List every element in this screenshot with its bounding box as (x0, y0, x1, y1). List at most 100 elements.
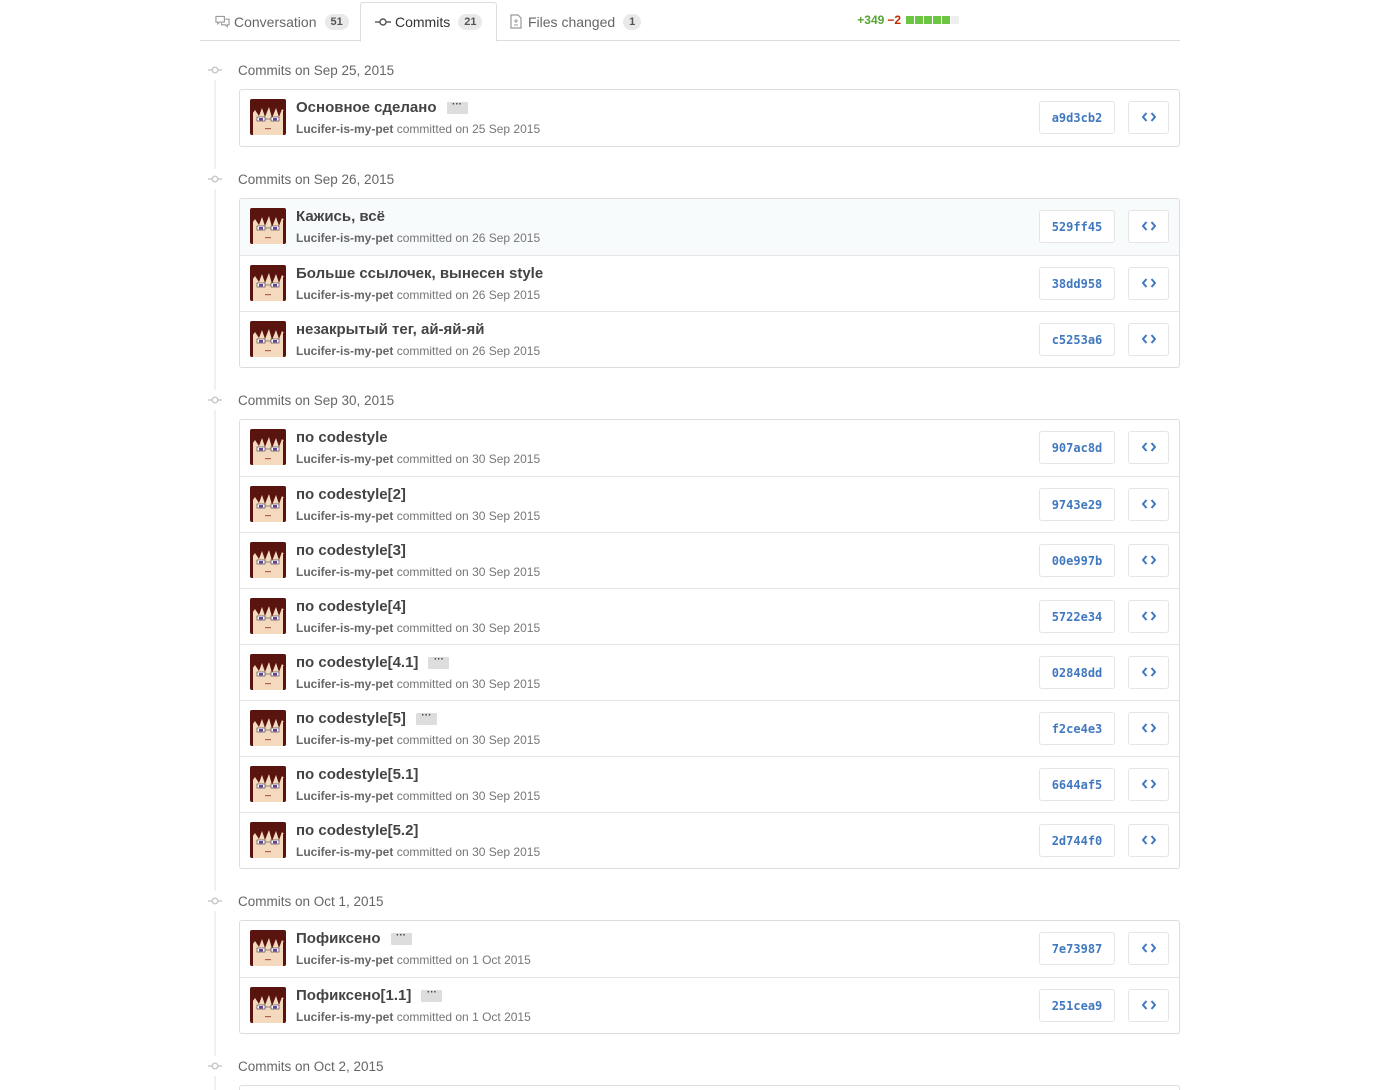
code-icon (1141, 833, 1156, 848)
commit-message-wrap: Больше ссылочек, вынесен style (296, 265, 543, 282)
commit-message[interactable]: Пофиксено (296, 930, 381, 947)
commit-message-wrap: Кажись, всё (296, 208, 385, 225)
browse-repo-button[interactable] (1128, 989, 1169, 1022)
avatar[interactable] (250, 429, 286, 465)
git-commit-icon (200, 1056, 230, 1076)
browse-repo-button[interactable] (1128, 267, 1169, 300)
commit-message[interactable]: по codestyle[2] (296, 486, 406, 503)
diffstat-block (951, 16, 959, 24)
commit-author[interactable]: Lucifer-is-my-pet (296, 288, 393, 302)
commit-message[interactable]: по codestyle[3] (296, 542, 406, 559)
avatar[interactable] (250, 542, 286, 578)
browse-repo-button[interactable] (1128, 431, 1169, 464)
commit-row: по codestyle[5.1] Lucifer-is-my-pet commi… (240, 756, 1179, 812)
expand-description-button[interactable]: ··· (421, 987, 443, 1002)
commit-sha-button[interactable]: c5253a6 (1039, 323, 1115, 356)
tab-conversation[interactable]: Conversation 51 (200, 2, 363, 41)
commit-author[interactable]: Lucifer-is-my-pet (296, 565, 393, 579)
commit-date: committed on 30 Sep 2015 (396, 789, 541, 803)
commit-sha-button[interactable]: 907ac8d (1039, 431, 1115, 464)
browse-repo-button[interactable] (1128, 932, 1169, 965)
commit-sha-button[interactable]: 00e997b (1039, 544, 1115, 577)
commit-row: Основное сделано ··· Lucifer-is-my-pet com… (240, 90, 1179, 146)
avatar[interactable] (250, 822, 286, 858)
commit-date: committed on 26 Sep 2015 (396, 288, 541, 302)
expand-description-button[interactable]: ··· (428, 654, 450, 669)
git-commit-icon (200, 390, 230, 410)
commit-author[interactable]: Lucifer-is-my-pet (296, 509, 393, 523)
commit-message-wrap: по codestyle[3] (296, 542, 406, 559)
commit-sha-button[interactable]: 2d744f0 (1039, 824, 1115, 857)
commit-author[interactable]: Lucifer-is-my-pet (296, 953, 393, 967)
commit-sha-button[interactable]: 9743e29 (1039, 488, 1115, 521)
commit-sha-button[interactable]: f2ce4e3 (1039, 712, 1115, 745)
commit-message[interactable]: по codestyle[4] (296, 598, 406, 615)
commit-sha-button[interactable]: 02848dd (1039, 656, 1115, 689)
commit-sha-button[interactable]: 38dd958 (1039, 267, 1115, 300)
browse-repo-button[interactable] (1128, 488, 1169, 521)
commit-message[interactable]: Кажись, всё (296, 208, 385, 225)
expand-description-button[interactable]: ··· (415, 710, 437, 725)
commit-author[interactable]: Lucifer-is-my-pet (296, 452, 393, 466)
code-icon (1141, 276, 1156, 291)
commit-sha-button[interactable]: 7e73987 (1039, 932, 1115, 965)
commit-group-title: Commits on Oct 1, 2015 (238, 893, 384, 909)
commit-message[interactable]: по codestyle[4.1] (296, 654, 418, 671)
git-commit-icon (200, 891, 230, 911)
commit-message[interactable]: по codestyle (296, 429, 388, 446)
tab-commits[interactable]: Commits 21 (360, 2, 498, 42)
avatar[interactable] (250, 598, 286, 634)
tab-files-changed[interactable]: Files changed 1 (494, 2, 655, 41)
commit-message[interactable]: Основное сделано (296, 99, 437, 116)
avatar[interactable] (250, 486, 286, 522)
avatar[interactable] (250, 766, 286, 802)
browse-repo-button[interactable] (1128, 712, 1169, 745)
avatar[interactable] (250, 265, 286, 301)
commit-meta: Lucifer-is-my-pet committed on 30 Sep 20… (296, 565, 540, 579)
browse-repo-button[interactable] (1128, 600, 1169, 633)
browse-repo-button[interactable] (1128, 323, 1169, 356)
commit-message[interactable]: по codestyle[5.1] (296, 766, 418, 783)
commit-sha-button[interactable]: a9d3cb2 (1039, 101, 1115, 134)
commit-sha-button[interactable]: 6644af5 (1039, 768, 1115, 801)
commit-message[interactable]: незакрытый тег, ай-яй-яй (296, 321, 484, 338)
browse-repo-button[interactable] (1128, 544, 1169, 577)
browse-repo-button[interactable] (1128, 768, 1169, 801)
diffstat-deletions: −2 (887, 13, 901, 27)
file-diff-icon (508, 14, 524, 30)
commit-sha-button[interactable]: 529ff45 (1039, 210, 1115, 243)
avatar[interactable] (250, 321, 286, 357)
commit-author[interactable]: Lucifer-is-my-pet (296, 1010, 393, 1024)
avatar[interactable] (250, 99, 286, 135)
commit-message[interactable]: по codestyle[5.2] (296, 822, 418, 839)
commit-message[interactable]: по codestyle[5] (296, 710, 406, 727)
commit-message-wrap: Основное сделано ··· (296, 99, 468, 116)
timeline-line (214, 60, 216, 1090)
avatar[interactable] (250, 930, 286, 966)
browse-repo-button[interactable] (1128, 210, 1169, 243)
avatar[interactable] (250, 987, 286, 1023)
avatar[interactable] (250, 208, 286, 244)
commit-author[interactable]: Lucifer-is-my-pet (296, 621, 393, 635)
expand-description-button[interactable]: ··· (390, 930, 412, 945)
commit-sha-button[interactable]: 5722e34 (1039, 600, 1115, 633)
commit-message[interactable]: Больше ссылочек, вынесен style (296, 265, 543, 282)
commit-list: Пофиксено[2]···Lucifer-is-my-pet committ… (239, 1085, 1180, 1090)
commit-author[interactable]: Lucifer-is-my-pet (296, 231, 393, 245)
commit-author[interactable]: Lucifer-is-my-pet (296, 789, 393, 803)
commit-message[interactable]: Пофиксено[1.1] (296, 987, 411, 1004)
commit-author[interactable]: Lucifer-is-my-pet (296, 122, 393, 136)
commit-list: Пофиксено ··· Lucifer-is-my-pet committed … (239, 920, 1180, 1034)
avatar[interactable] (250, 710, 286, 746)
browse-repo-button[interactable] (1128, 824, 1169, 857)
commit-author[interactable]: Lucifer-is-my-pet (296, 845, 393, 859)
commit-group-header: Commits on Sep 25, 2015 (200, 60, 394, 80)
browse-repo-button[interactable] (1128, 656, 1169, 689)
commit-author[interactable]: Lucifer-is-my-pet (296, 733, 393, 747)
commit-sha-button[interactable]: 251cea9 (1039, 989, 1115, 1022)
commit-author[interactable]: Lucifer-is-my-pet (296, 677, 393, 691)
browse-repo-button[interactable] (1128, 101, 1169, 134)
avatar[interactable] (250, 654, 286, 690)
commit-author[interactable]: Lucifer-is-my-pet (296, 344, 393, 358)
expand-description-button[interactable]: ··· (446, 99, 468, 114)
